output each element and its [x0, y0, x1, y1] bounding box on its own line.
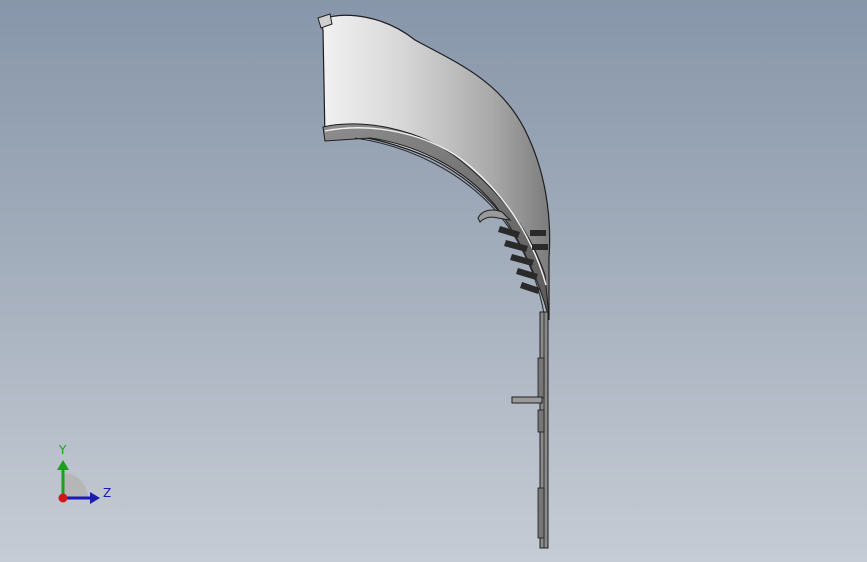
z-axis-label: Z: [103, 486, 111, 500]
post-block-upper: [537, 357, 545, 399]
axis-triad[interactable]: Y Z: [40, 440, 120, 510]
part-model[interactable]: [0, 0, 867, 562]
graphics-viewport[interactable]: Y Z: [0, 0, 867, 562]
horizontal-stub: [511, 396, 543, 404]
post-block-mid: [537, 409, 545, 433]
post-block-lower: [537, 487, 545, 539]
y-axis-arrow-icon: [57, 460, 69, 470]
triad-shaded-quadrant: [63, 473, 88, 498]
curved-panel-surface: [319, 14, 551, 321]
x-axis-origin-icon: [58, 493, 68, 503]
z-axis-arrow-icon: [90, 492, 100, 504]
y-axis-label: Y: [58, 443, 67, 457]
